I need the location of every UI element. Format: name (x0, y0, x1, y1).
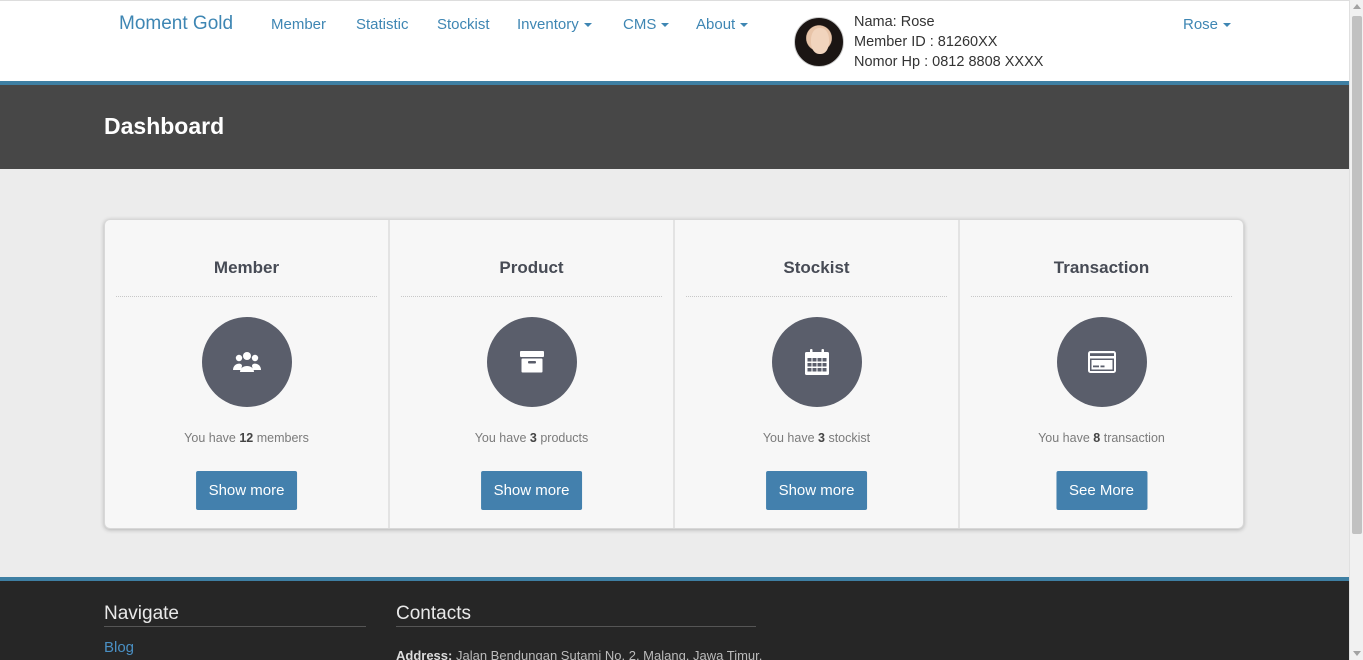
nav-about-label: About (696, 16, 736, 33)
nav-stockist-label: Stockist (437, 16, 490, 33)
card-summary-suffix: stockist (828, 431, 871, 445)
card-icon-circle (201, 317, 292, 407)
card-count: 3 (529, 431, 537, 445)
page: Moment Gold Member Statistic Stockist In… (0, 0, 1349, 660)
card-count: 8 (1093, 431, 1101, 445)
calendar-icon (804, 349, 829, 375)
nav-member[interactable]: Member (271, 16, 326, 33)
nav-cms-dropdown[interactable]: CMS (623, 16, 670, 33)
card-summary-prefix: You have (762, 431, 815, 445)
card-member: Member You have 12 members Show more (105, 220, 390, 528)
footer: Navigate Blog Contacts Address: Jalan Be… (0, 577, 1349, 660)
card-icon-circle (1056, 317, 1147, 407)
card-divider (971, 296, 1232, 297)
user-phone: Nomor Hp : 0812 8808 XXXX (854, 54, 1044, 70)
card-title: Member (213, 258, 280, 277)
user-info: Nama: Rose Member ID : 81260XX Nomor Hp … (854, 12, 1043, 72)
card-title: Product (499, 258, 564, 277)
nav-stockist[interactable]: Stockist (437, 16, 490, 33)
card-icon-circle (771, 317, 862, 407)
scrollbar-thumb[interactable] (1352, 16, 1362, 534)
card-stockist: Stockist You have 3 stockist Show more (675, 220, 960, 528)
nav-inventory-dropdown[interactable]: Inventory (517, 16, 592, 33)
caret-down-icon (583, 23, 592, 28)
caret-down-icon (740, 23, 749, 28)
nav-about-dropdown[interactable]: About (696, 16, 749, 33)
card-divider (686, 296, 947, 297)
card-transaction: Transaction You have 8 transaction See M… (960, 220, 1243, 528)
card-divider (401, 296, 662, 297)
card-summary-prefix: You have (184, 431, 236, 445)
card-count: 12 (239, 431, 254, 445)
archive-box-icon (519, 351, 544, 373)
nav-statistic-label: Statistic (356, 16, 409, 33)
nav-member-label: Member (271, 16, 327, 33)
user-member-id: Member ID : 81260XX (854, 34, 998, 50)
footer-address: Address: Jalan Bendungan Sutami No. 2, M… (396, 648, 762, 660)
dashboard-cards: Member You have 12 members Show more Pro… (104, 219, 1244, 529)
card-count: 3 (818, 431, 825, 445)
vertical-scrollbar[interactable] (1349, 0, 1363, 660)
user-name: Nama: Rose (854, 14, 935, 30)
scroll-down-arrow-icon[interactable] (1353, 651, 1361, 656)
card-product: Product You have 3 products Show more (390, 220, 675, 528)
footer-link-blog[interactable]: Blog (104, 639, 134, 656)
card-summary: You have 8 transaction (960, 431, 1243, 445)
page-header: Dashboard (0, 85, 1349, 169)
stockist-show-more-button[interactable]: Show more (765, 471, 868, 510)
top-navbar: Moment Gold Member Statistic Stockist In… (0, 0, 1349, 85)
product-show-more-button[interactable]: Show more (480, 471, 583, 510)
brand-link[interactable]: Moment Gold (119, 13, 233, 35)
card-summary: You have 12 members (105, 431, 388, 445)
avatar-face (811, 28, 829, 54)
nav-statistic[interactable]: Statistic (356, 16, 409, 33)
card-summary-prefix: You have (474, 431, 527, 445)
nav-inventory-label: Inventory (517, 16, 579, 33)
card-summary-prefix: You have (1038, 431, 1090, 445)
nav-cms-label: CMS (623, 16, 657, 33)
footer-contacts-heading: Contacts (396, 603, 756, 627)
footer-navigate-heading: Navigate (104, 603, 366, 627)
users-icon (232, 352, 261, 372)
member-show-more-button[interactable]: Show more (195, 471, 298, 510)
footer-address-label: Address: (396, 648, 453, 660)
caret-down-icon (661, 23, 670, 28)
user-menu-label: Rose (1183, 16, 1219, 33)
card-title: Transaction (1053, 258, 1150, 277)
card-summary: You have 3 stockist (675, 431, 958, 445)
card-summary-suffix: transaction (1103, 431, 1165, 445)
user-avatar (794, 17, 844, 67)
credit-card-icon (1087, 351, 1116, 373)
card-summary: You have 3 products (390, 431, 673, 445)
caret-down-icon (1223, 23, 1232, 28)
footer-address-value: Jalan Bendungan Sutami No. 2, Malang, Ja… (455, 648, 763, 660)
card-title: Stockist (783, 258, 850, 277)
card-summary-suffix: products (540, 431, 589, 445)
card-summary-suffix: members (256, 431, 309, 445)
scroll-up-arrow-icon[interactable] (1353, 4, 1361, 9)
transaction-see-more-button[interactable]: See More (1055, 471, 1148, 510)
user-menu-dropdown[interactable]: Rose (1183, 16, 1232, 33)
card-divider (116, 296, 377, 297)
page-title: Dashboard (104, 113, 225, 139)
card-icon-circle (486, 317, 577, 407)
